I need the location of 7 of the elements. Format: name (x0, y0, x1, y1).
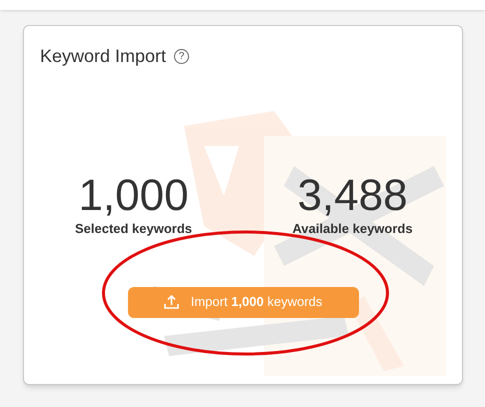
upload-icon (164, 295, 179, 309)
stat-value: 3,488 (297, 174, 408, 218)
stat-label: Available keywords (292, 220, 413, 238)
help-icon[interactable]: ? (174, 49, 190, 64)
stat-value: 1,000 (78, 174, 189, 218)
stat-label: Selected keywords (74, 220, 192, 238)
card-title: Keyword Import (40, 45, 166, 68)
